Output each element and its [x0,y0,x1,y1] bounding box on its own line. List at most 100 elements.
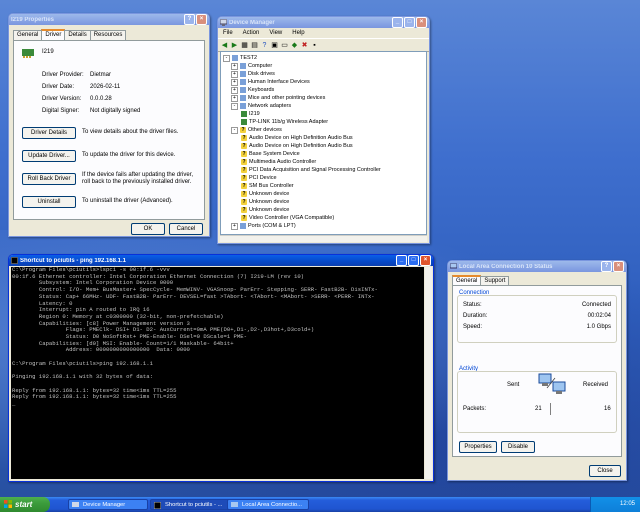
close-button[interactable]: × [613,261,624,272]
expand-toggle-icon[interactable]: + [231,70,238,78]
start-button[interactable]: start [0,497,50,512]
tree-item[interactable]: + Mice and other pointing devices [231,94,325,102]
expand-toggle-icon[interactable]: + [231,86,238,94]
tree-item[interactable]: + Human Interface Devices [231,78,310,86]
uninstall-icon[interactable]: ▪ [310,41,319,50]
help-icon[interactable]: ? [260,41,269,50]
vertical-scrollbar[interactable] [425,267,432,479]
computer-icon[interactable]: ▭ [280,41,289,50]
maximize-button[interactable]: □ [408,255,419,266]
menu-help[interactable]: Help [287,29,309,38]
tree-item[interactable]: -? Other devices [231,126,282,134]
tree-item[interactable]: ? Base System Device [241,150,300,158]
console-output[interactable]: C:\Program Files\pciutils>lspci -s 00:1f… [11,267,424,479]
maximize-button[interactable]: □ [404,17,415,28]
menu-view[interactable]: View [264,29,287,38]
tree-item[interactable]: + Ports (COM & LPT) [231,222,296,230]
warning-icon: ? [241,215,247,221]
start-label: start [15,500,33,509]
help-button[interactable]: ? [184,14,195,25]
tree-item[interactable]: I219 [241,110,260,118]
tree-item-label: Other devices [248,127,282,133]
uninstall-button[interactable]: Uninstall [22,196,76,208]
task-console[interactable]: Shortcut to pciutils - ... [150,499,232,510]
sent-label: Sent [507,382,520,388]
back-icon[interactable]: ◀ [220,41,229,50]
properties-button[interactable]: Properties [459,441,497,453]
disable-icon[interactable]: ✖ [300,41,309,50]
tree-item[interactable]: ? PCI Data Acquisition and Signal Process… [241,166,381,174]
tree-item[interactable]: ? Unknown device [241,198,289,206]
menu-file[interactable]: File [218,29,238,38]
warning-icon: ? [241,167,247,173]
roll-back-driver-button[interactable]: Roll Back Driver [22,173,76,185]
properties-icon[interactable]: ▤ [250,41,259,50]
expand-toggle-icon[interactable]: - [231,102,238,110]
tree-item[interactable]: + Disk drives [231,70,275,78]
tab-details[interactable]: Details [64,30,91,40]
device-icon [240,79,246,85]
close-button[interactable]: × [416,17,427,28]
expand-toggle-icon[interactable]: + [231,78,238,86]
driver-details-button[interactable]: Driver Details [22,127,76,139]
tab-resources[interactable]: Resources [89,30,127,40]
close-button[interactable]: × [196,14,207,25]
disable-button[interactable]: Disable [501,441,535,453]
tree-item-label: TP-LINK 11b/g Wireless Adapter [249,119,329,125]
network-icon [231,502,238,507]
status-titlebar[interactable]: Local Area Connection 10 Status ? × [448,261,626,272]
tree-item-label: Human Interface Devices [248,79,310,85]
tree-item[interactable]: TP-LINK 11b/g Wireless Adapter [241,118,328,126]
cancel-button[interactable]: Cancel [169,223,203,235]
tree-item[interactable]: ? Audio Device on High Definition Audio B… [241,142,353,150]
expand-toggle-icon[interactable]: + [231,94,238,102]
view-icon[interactable]: ▦ [240,41,249,50]
console-titlebar[interactable]: Shortcut to pciutils - ping 192.168.1.1 … [9,255,433,266]
tree-item[interactable]: ? Video Controller (VGA Compatible) [241,214,334,222]
minimize-button[interactable]: _ [392,17,403,28]
update-icon[interactable]: ◆ [290,41,299,50]
tree-item[interactable]: + Keyboards [231,86,274,94]
minimize-button[interactable]: _ [396,255,407,266]
task-connection-status[interactable]: Local Area Connectio... [227,499,309,510]
window-title: Device Manager [229,19,275,26]
tree-item-label: Ports (COM & LPT) [248,223,296,229]
expand-toggle-icon[interactable]: - [231,126,238,134]
tree-item[interactable]: - Network adapters [231,102,291,110]
tree-item[interactable]: + Computer [231,62,272,70]
tree-item[interactable]: ? PCI Device [241,174,277,182]
clock[interactable]: 12:05 [620,501,635,507]
expand-toggle-icon[interactable]: + [231,62,238,70]
activity-divider [550,403,551,415]
date-value: 2026-02-11 [90,84,121,90]
menu-action[interactable]: Action [238,29,265,38]
provider-value: Dietmar [90,72,112,78]
received-label: Received [583,382,609,388]
device-icon [241,111,247,117]
device-manager-titlebar[interactable]: Device Manager _ □ × [218,17,429,28]
update-driver-desc: To update the driver for this device. [82,152,176,158]
task-device-manager[interactable]: Device Manager [68,499,148,510]
scan-icon[interactable]: ▣ [270,41,279,50]
date-label: Driver Date: [42,84,75,90]
tree-item[interactable]: ? Multimedia Audio Controller [241,158,316,166]
tree-item[interactable]: ? Unknown device [241,190,289,198]
update-driver-button[interactable]: Update Driver... [22,150,76,162]
tree-item[interactable]: ? Audio Device on High Definition Audio B… [241,134,353,142]
packets-label: Packets: [463,406,487,412]
tab-general[interactable]: General [13,30,43,40]
warning-icon: ? [241,151,247,157]
close-button[interactable]: × [420,255,431,266]
properties-titlebar[interactable]: I219 Properties ? × [9,14,209,25]
ok-button[interactable]: OK [131,223,165,235]
expand-toggle-icon[interactable]: + [231,222,238,230]
forward-icon[interactable]: ▶ [230,41,239,50]
device-manager-window: Device Manager _ □ × File Action View He… [217,16,430,244]
tree-item[interactable]: ? Unknown device [241,206,289,214]
horizontal-scrollbar[interactable] [220,235,427,242]
tree-item-label: Mice and other pointing devices [248,95,326,101]
tree-item[interactable]: ? SM Bus Controller [241,182,294,190]
close-dialog-button[interactable]: Close [589,465,621,477]
help-button[interactable]: ? [601,261,612,272]
tree-root[interactable]: - TEST2 [223,54,257,62]
